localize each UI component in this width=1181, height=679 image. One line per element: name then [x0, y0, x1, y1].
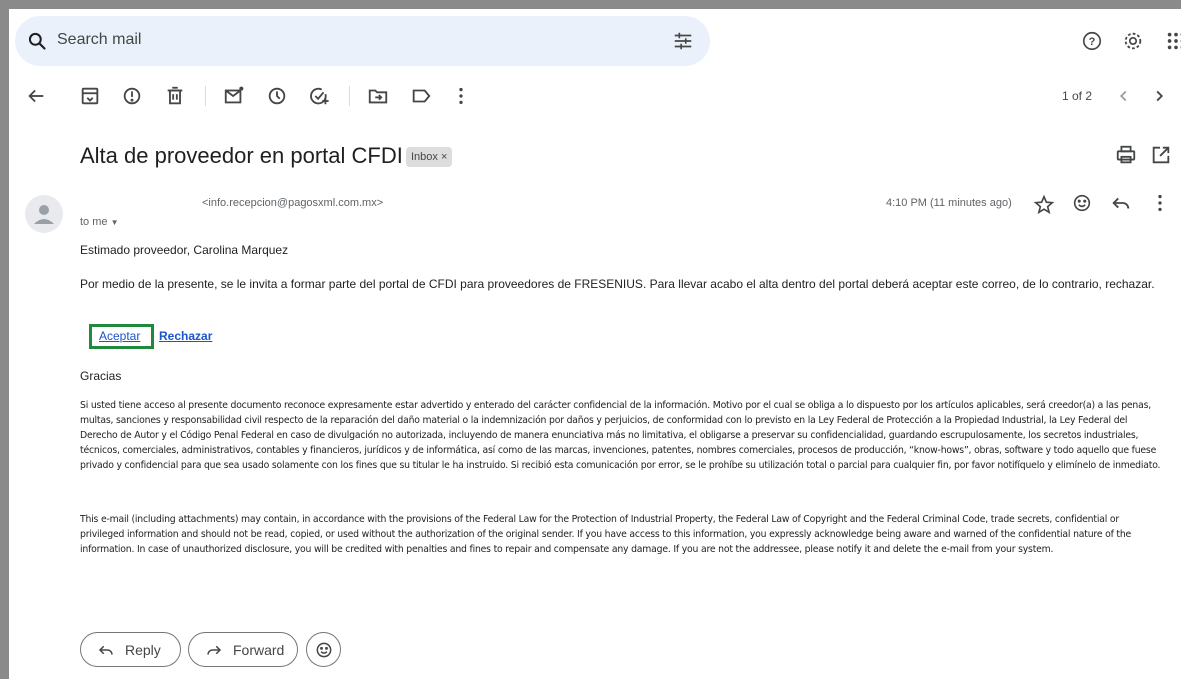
archive-icon[interactable]: [79, 85, 101, 107]
legal-disclaimer-english: This e-mail (including attachments) may …: [80, 514, 1132, 555]
email-timestamp: 4:10 PM (11 minutes ago): [886, 197, 1012, 209]
emoji-reaction-icon[interactable]: [1071, 192, 1093, 214]
recipient-details[interactable]: to me ▼: [80, 216, 119, 228]
search-bar[interactable]: Search mail: [15, 16, 710, 66]
reply-label: Reply: [125, 641, 161, 658]
reply-icon: [98, 645, 113, 655]
toolbar-divider: [205, 86, 206, 106]
emoji-reaction-button[interactable]: [306, 632, 341, 667]
open-in-new-window-icon[interactable]: [1150, 144, 1172, 166]
settings-gear-icon[interactable]: [1122, 30, 1144, 52]
delete-icon[interactable]: [164, 85, 186, 107]
chevron-left-icon[interactable]: [1113, 85, 1135, 107]
search-options-icon[interactable]: [672, 30, 694, 52]
emoji-icon: [316, 642, 331, 657]
email-thanks: Gracias: [80, 369, 122, 383]
inbox-label-chip[interactable]: Inbox ×: [406, 147, 453, 167]
email-subject: Alta de proveedor en portal CFDI: [80, 143, 403, 168]
arrow-back-icon[interactable]: [25, 85, 47, 107]
star-icon[interactable]: [1033, 194, 1055, 216]
apps-grid-icon[interactable]: [1165, 30, 1181, 52]
forward-icon: [207, 645, 222, 655]
label-icon[interactable]: [410, 85, 432, 107]
reply-icon[interactable]: [1110, 192, 1132, 214]
move-to-icon[interactable]: [367, 85, 389, 107]
sender-email[interactable]: <info.recepcion@pagosxml.com.mx>: [202, 197, 383, 209]
window-frame-left: [0, 0, 9, 679]
sender-avatar[interactable]: [25, 195, 63, 233]
person-icon: [34, 205, 54, 224]
toolbar-divider: [349, 86, 350, 106]
search-icon[interactable]: [27, 31, 47, 51]
window-frame-top: [0, 0, 1181, 9]
more-vert-icon[interactable]: [450, 85, 472, 107]
more-vert-icon[interactable]: [1149, 192, 1171, 214]
legal-disclaimer-spanish: Si usted tiene acceso al presente docume…: [80, 400, 1161, 471]
print-icon[interactable]: [1115, 144, 1137, 166]
svg-text:?: ?: [1089, 36, 1096, 48]
recipient-label: to me: [80, 216, 108, 228]
caret-down-icon[interactable]: ▼: [111, 218, 119, 227]
add-task-icon[interactable]: [308, 85, 330, 107]
reply-button[interactable]: Reply: [80, 632, 181, 667]
pagination-count: 1 of 2: [1062, 89, 1093, 103]
report-spam-icon[interactable]: [121, 85, 143, 107]
forward-label: Forward: [233, 641, 285, 658]
forward-button[interactable]: Forward: [188, 632, 298, 667]
snooze-icon[interactable]: [266, 85, 288, 107]
email-paragraph: Por medio de la presente, se le invita a…: [80, 277, 1155, 291]
chevron-right-icon[interactable]: [1148, 85, 1170, 107]
reject-link[interactable]: Rechazar: [159, 329, 212, 343]
mark-unread-icon[interactable]: [223, 85, 245, 107]
accept-link[interactable]: Aceptar: [99, 329, 140, 343]
email-greeting: Estimado proveedor, Carolina Marquez: [80, 243, 289, 257]
search-input[interactable]: Search mail: [57, 31, 141, 49]
help-icon[interactable]: ?: [1081, 30, 1103, 52]
